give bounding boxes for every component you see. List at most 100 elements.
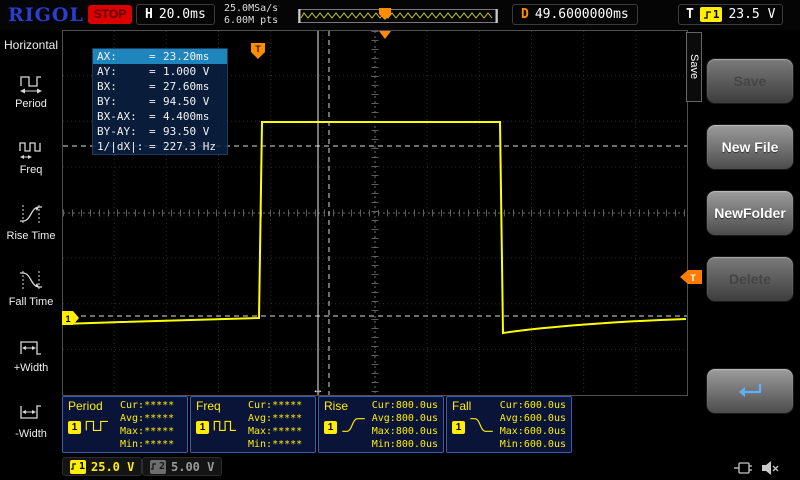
equals-sign: = [149, 140, 156, 153]
channel2-status[interactable]: 2 5.00 V [142, 457, 223, 476]
trigger-level-value: 23.5 V [728, 7, 776, 22]
channel-badge: 1 [68, 421, 81, 434]
save-button[interactable]: Save [706, 58, 794, 104]
cursor-value: 4.400ms [163, 110, 210, 123]
measurement-period[interactable]: Period 1 Cur: ***** Avg: ***** Max: ***** M… [62, 396, 188, 453]
delay-box[interactable]: D 49.6000000ms [512, 4, 638, 25]
channel-badge: 1 [452, 421, 465, 434]
menu-item-label: Rise Time [6, 230, 56, 242]
measurement-name: Rise [324, 399, 349, 413]
cursor-row-ay: AY: = 1.000 V [93, 64, 227, 79]
stat-label: Avg: [248, 413, 273, 424]
stat-label: Cur: [499, 400, 524, 411]
back-button[interactable] [706, 368, 794, 414]
stat-value: 800.0us [395, 400, 438, 411]
stat-label: Min: [371, 439, 396, 450]
plus-width-icon [20, 341, 41, 355]
menu-item-nwidth[interactable]: -Width [0, 400, 62, 460]
trigger-level-marker[interactable]: T [678, 268, 704, 286]
trigger-box[interactable]: T 1 23.5 V [678, 4, 784, 25]
channel1-status[interactable]: 1 25.0 V [62, 457, 143, 476]
rigol-logo: RIGOL [8, 4, 84, 26]
cursor-value: 23.20ms [163, 50, 210, 63]
stat-label: Avg: [120, 413, 145, 424]
delete-button[interactable]: Delete [706, 256, 794, 302]
trigger-source-badge: 1 [699, 7, 723, 22]
channel-wave-icon [70, 463, 76, 470]
menu-item-label: -Width [15, 428, 47, 440]
cursor-drag-icon[interactable]: ↔ [313, 384, 324, 396]
measurement-name: Freq [196, 399, 221, 413]
measurement-fall[interactable]: Fall 1 Cur: 600.0us Avg: 600.0us Max: 600.0… [446, 396, 572, 453]
equals-sign: = [149, 80, 156, 93]
channel2-badge: 2 [150, 459, 166, 474]
stat-value: ***** [144, 400, 175, 411]
minus-width-icon [20, 405, 41, 419]
channel2-number: 2 [158, 461, 166, 472]
svg-text:T: T [690, 273, 696, 283]
stat-value: 600.0us [523, 413, 566, 424]
svg-text:T: T [255, 44, 261, 54]
cursor-value: 227.3 Hz [163, 140, 216, 153]
cursor-value: 27.60ms [163, 80, 210, 93]
menu-title: Horizontal [3, 38, 59, 52]
sample-rate: 25.0MSa/s [224, 3, 279, 14]
usb-icon [734, 462, 752, 474]
stat-label: Cur: [371, 400, 396, 411]
menu-item-freq[interactable]: Freq [0, 136, 62, 196]
speaker-mute-icon[interactable] [760, 460, 780, 476]
new-folder-button[interactable]: NewFolder [706, 190, 794, 236]
menu-tab-save: Save [686, 32, 702, 102]
equals-sign: = [149, 50, 156, 63]
fall-time-icon [20, 271, 42, 289]
channel1-number: 1 [78, 461, 86, 472]
channel1-badge: 1 [70, 459, 86, 474]
stat-value: ***** [144, 426, 175, 437]
channel-badge: 1 [324, 421, 337, 434]
channel2-scale: 5.00 V [171, 459, 215, 474]
new-file-button[interactable]: New File [706, 124, 794, 170]
stat-value: 800.0us [395, 439, 438, 450]
cursor-readout-panel: AX: = 23.20ms AY: = 1.000 V BX: = 27.60m… [92, 48, 228, 155]
measurement-name: Fall [452, 399, 472, 413]
cursor-value: 1.000 V [163, 65, 210, 78]
memory-position-bar [298, 7, 498, 23]
rise-waveform-icon [342, 418, 365, 432]
menu-item-rise-time[interactable]: Rise Time [0, 202, 62, 262]
stat-label: Avg: [371, 413, 396, 424]
equals-sign: = [149, 65, 156, 78]
timebase-box[interactable]: H 20.0ms [136, 4, 215, 25]
rising-edge-icon [703, 10, 711, 19]
menu-item-period[interactable]: Period [0, 70, 62, 130]
cursor-row-bx: BX: = 27.60ms [93, 79, 227, 94]
timebase-value: 20.0ms [158, 7, 206, 22]
trigger-label: T [686, 7, 694, 22]
softkey-menu: Save Save New File NewFolder Delete [686, 30, 800, 455]
freq-waveform-icon [213, 420, 236, 431]
memory-depth: 6.00M pts [224, 15, 279, 26]
button-label: Delete [728, 271, 772, 287]
stat-value: ***** [144, 413, 175, 424]
menu-item-fall-time[interactable]: Fall Time [0, 268, 62, 328]
equals-sign: = [149, 95, 156, 108]
stat-value: 600.0us [523, 439, 566, 450]
horizontal-measure-menu: Horizontal Period Freq Rise Time Fall Ti… [0, 30, 62, 455]
cursor-label: 1/|dX|: [97, 140, 144, 153]
channel1-scale: 25.0 V [91, 459, 135, 474]
menu-item-pwidth[interactable]: +Width [0, 334, 62, 394]
trigger-position-marker[interactable]: T [251, 43, 265, 59]
channel-wave-icon [150, 463, 156, 470]
delay-position-icon[interactable] [379, 31, 391, 39]
channel-badge: 1 [196, 421, 209, 434]
measurement-strip: Period 1 Cur: ***** Avg: ***** Max: ***** M… [62, 396, 572, 454]
measurement-name: Period [68, 399, 103, 413]
stat-value: ***** [272, 413, 303, 424]
stat-label: Min: [248, 439, 273, 450]
measurement-freq[interactable]: Freq 1 Cur: ***** Avg: ***** Max: ***** Min… [190, 396, 316, 453]
stat-value: 600.0us [523, 400, 566, 411]
equals-sign: = [149, 110, 156, 123]
cursor-label: BY: [97, 95, 117, 108]
measurement-rise[interactable]: Rise 1 Cur: 800.0us Avg: 800.0us Max: 800.0… [318, 396, 444, 453]
cursor-label: AX: [97, 50, 117, 63]
run-stop-status[interactable]: STOP [88, 5, 132, 24]
